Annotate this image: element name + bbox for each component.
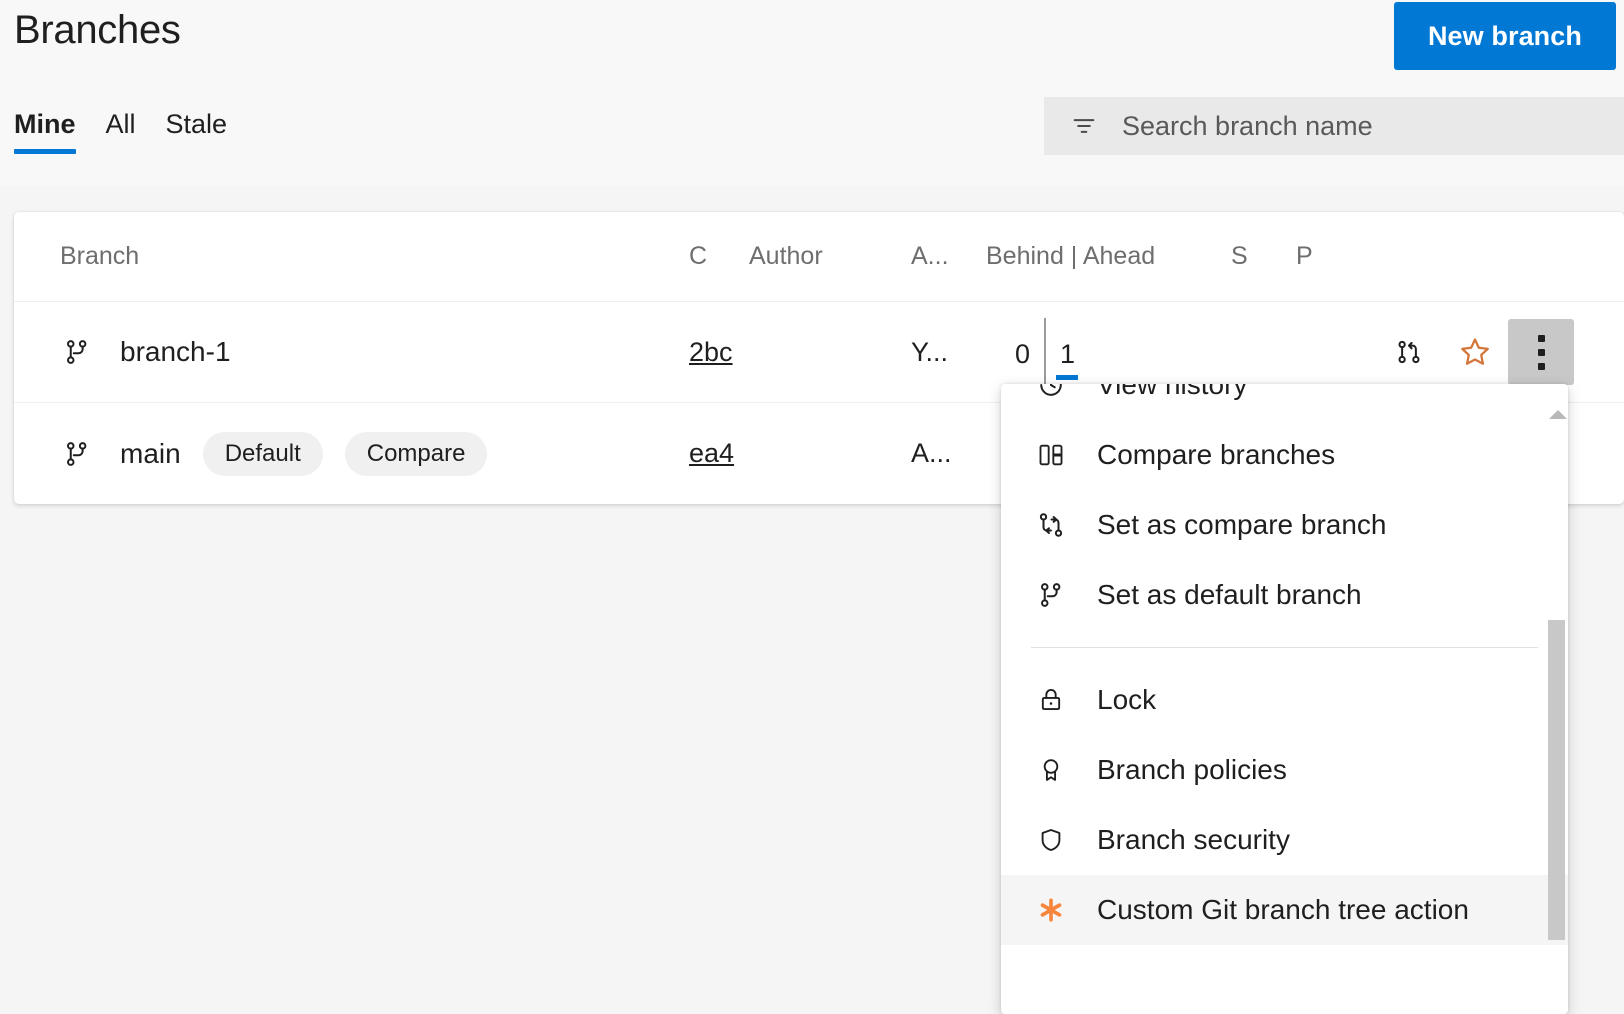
new-branch-button[interactable]: New branch — [1394, 2, 1616, 70]
pull-request-icon[interactable] — [1376, 319, 1442, 385]
ribbon-icon — [1031, 750, 1071, 790]
column-header-branch-label: Branch — [60, 242, 139, 271]
menu-separator — [1031, 647, 1538, 648]
column-header-date[interactable]: A... — [911, 212, 986, 301]
ahead-count-wrap: 1 — [1046, 318, 1104, 386]
column-header-behind-ahead[interactable]: Behind | Ahead — [986, 212, 1231, 301]
column-header-behind-ahead-label: Behind | Ahead — [986, 242, 1155, 271]
badge-compare[interactable]: Compare — [345, 432, 488, 476]
column-header-p[interactable]: P — [1296, 212, 1376, 301]
menu-item-label: Set as default branch — [1097, 579, 1362, 611]
menu-item-lock[interactable]: Lock — [1001, 665, 1568, 735]
ahead-count: 1 — [1060, 339, 1075, 370]
table-header-row: Branch C Author A... Behind | Ahead S P — [14, 212, 1624, 302]
menu-item-label: Custom Git branch tree action — [1097, 894, 1469, 926]
column-header-commit[interactable]: C — [689, 212, 749, 301]
git-branch-icon — [1031, 575, 1071, 615]
column-header-commit-label: C — [689, 242, 707, 271]
branch-name[interactable]: branch-1 — [120, 336, 231, 368]
menu-scrollbar[interactable] — [1546, 384, 1568, 1014]
tab-mine[interactable]: Mine — [14, 104, 76, 166]
column-header-actions — [1376, 212, 1624, 301]
compare-panels-icon — [1031, 435, 1071, 475]
author-cell — [749, 403, 911, 504]
scroll-up-arrow-icon[interactable] — [1549, 410, 1567, 419]
branch-context-menu: View history Compare branches — [1001, 384, 1568, 1014]
author-date-cell: Y... — [911, 302, 986, 402]
branch-cell: main Default Compare — [14, 403, 689, 504]
commit-link[interactable]: 2bc — [689, 337, 733, 368]
menu-item-view-history[interactable]: View history — [1001, 384, 1568, 420]
menu-item-set-as-compare-branch[interactable]: Set as compare branch — [1001, 490, 1568, 560]
commit-cell: 2bc — [689, 302, 749, 402]
lock-icon — [1031, 680, 1071, 720]
behind-count: 0 — [986, 318, 1044, 386]
menu-item-label: Lock — [1097, 684, 1156, 716]
column-header-author-label: Author — [749, 242, 823, 271]
column-header-s-label: S — [1231, 242, 1248, 271]
tab-all-label: All — [106, 109, 136, 139]
tab-bar: Mine All Stale — [14, 104, 227, 166]
menu-item-label: Set as compare branch — [1097, 509, 1387, 541]
search-input[interactable] — [1122, 111, 1624, 142]
page-header: Branches New branch Mine All Stale — [0, 0, 1624, 186]
more-actions-button[interactable] — [1508, 319, 1574, 385]
author-value: Y... — [911, 337, 948, 368]
author-date-cell: A... — [911, 403, 986, 504]
menu-item-branch-security[interactable]: Branch security — [1001, 805, 1568, 875]
author-value: A... — [911, 438, 952, 469]
author-cell — [749, 302, 911, 402]
menu-item-compare-branches[interactable]: Compare branches — [1001, 420, 1568, 490]
ahead-bar — [1056, 375, 1078, 380]
git-branch-icon — [60, 437, 94, 471]
page-title: Branches — [14, 6, 181, 54]
menu-item-set-as-default-branch[interactable]: Set as default branch — [1001, 560, 1568, 630]
column-header-date-label: A... — [911, 242, 949, 271]
more-actions-icon — [1538, 335, 1545, 370]
star-icon[interactable] — [1442, 319, 1508, 385]
column-header-s[interactable]: S — [1231, 212, 1296, 301]
commit-cell: ea4 — [689, 403, 749, 504]
menu-item-label: Branch policies — [1097, 754, 1287, 786]
menu-item-label: Branch security — [1097, 824, 1290, 856]
filter-icon — [1070, 112, 1098, 140]
behind-ahead-indicator: 0 1 — [986, 318, 1104, 386]
branch-name[interactable]: main — [120, 438, 181, 470]
menu-scroll-area: View history Compare branches — [1001, 384, 1568, 945]
tab-stale[interactable]: Stale — [166, 104, 228, 166]
column-header-p-label: P — [1296, 242, 1313, 271]
git-branch-icon — [60, 335, 94, 369]
asterisk-icon — [1031, 890, 1071, 930]
branch-cell: branch-1 — [14, 302, 689, 402]
badge-default[interactable]: Default — [203, 432, 323, 476]
git-compare-icon — [1031, 505, 1071, 545]
tab-mine-label: Mine — [14, 109, 76, 139]
menu-item-label: View history — [1097, 384, 1247, 401]
menu-item-branch-policies[interactable]: Branch policies — [1001, 735, 1568, 805]
shield-icon — [1031, 820, 1071, 860]
search-branch-box[interactable] — [1044, 97, 1624, 155]
column-header-author[interactable]: Author — [749, 212, 911, 301]
commit-link[interactable]: ea4 — [689, 438, 734, 469]
scrollbar-thumb[interactable] — [1548, 620, 1565, 940]
column-header-branch[interactable]: Branch — [14, 212, 689, 301]
tab-stale-label: Stale — [166, 109, 228, 139]
history-icon — [1031, 384, 1071, 405]
tab-all[interactable]: All — [106, 104, 136, 166]
menu-item-custom-git-branch-tree-action[interactable]: Custom Git branch tree action — [1001, 875, 1568, 945]
menu-item-label: Compare branches — [1097, 439, 1335, 471]
